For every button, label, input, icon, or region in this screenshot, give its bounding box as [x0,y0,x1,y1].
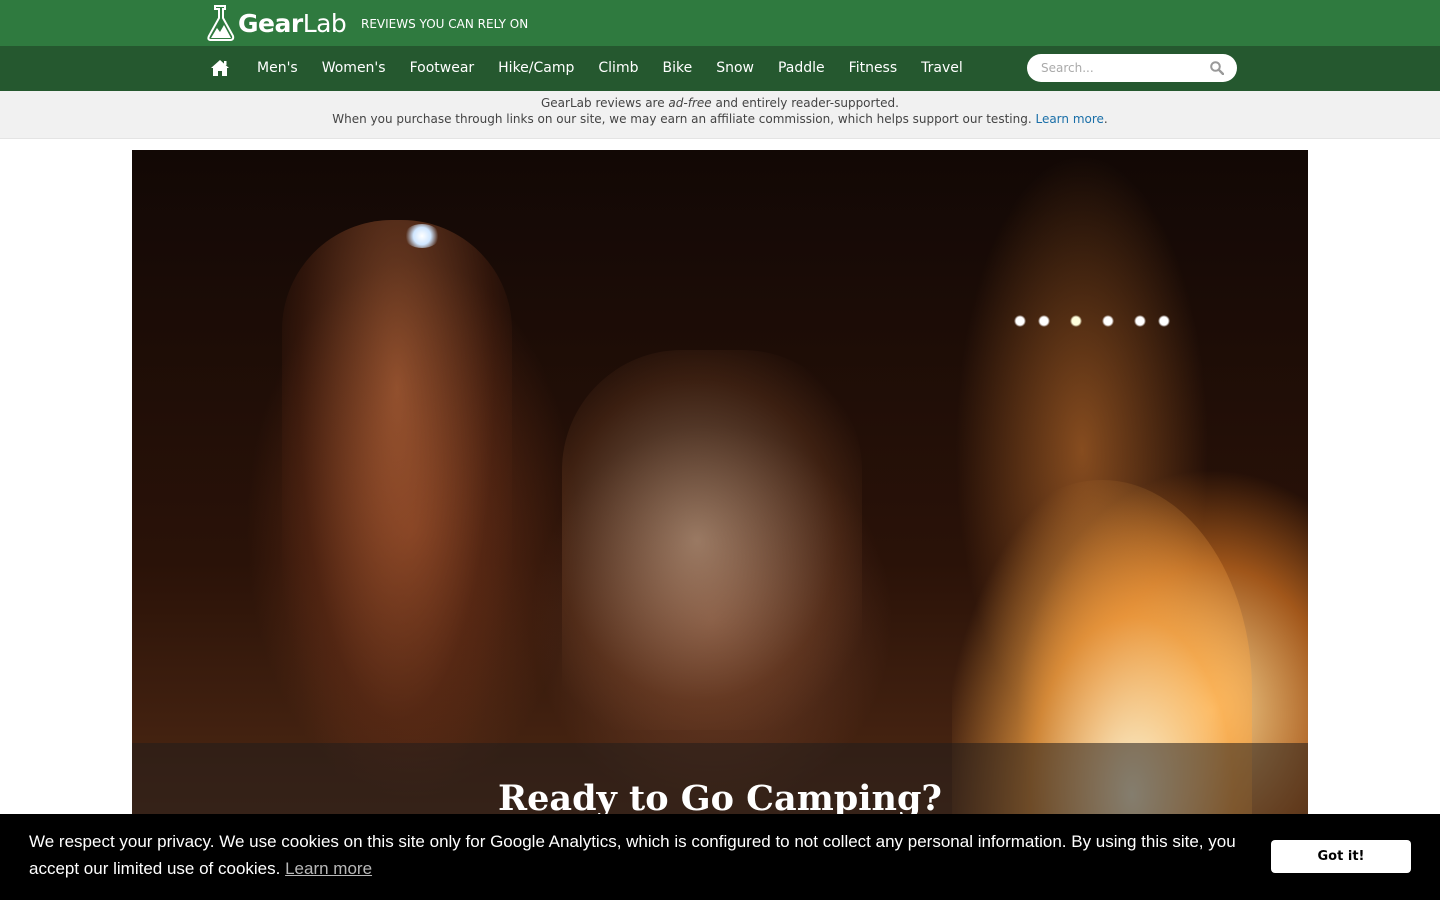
nav-item-climb[interactable]: Climb [586,46,650,91]
nav-item-hike-camp[interactable]: Hike/Camp [486,46,586,91]
notice-line-1: GearLab reviews are ad-free and entirely… [541,96,899,110]
nav-item-bike[interactable]: Bike [650,46,704,91]
cookie-accept-button[interactable]: Got it! [1271,840,1411,873]
cookie-consent-bar: We respect your privacy. We use cookies … [0,814,1440,900]
home-icon[interactable] [210,59,230,77]
notice-learn-more-link[interactable]: Learn more [1035,112,1103,126]
search-input[interactable] [1041,58,1201,78]
nav-item-travel[interactable]: Travel [909,46,975,91]
nav-menu: Men's Women's Footwear Hike/Camp Climb B… [245,46,975,91]
nav-item-footwear[interactable]: Footwear [398,46,487,91]
search-icon[interactable] [1210,61,1224,75]
tagline: REVIEWS YOU CAN RELY ON [361,17,529,31]
hero-photo-headlamp [404,224,440,248]
affiliate-notice: GearLab reviews are ad-free and entirely… [0,91,1440,139]
nav-item-snow[interactable]: Snow [704,46,766,91]
search-box [1027,54,1237,82]
hero-photo-figure-left [282,220,512,780]
nav-item-womens[interactable]: Women's [310,46,398,91]
cookie-learn-more-link[interactable]: Learn more [285,859,372,878]
notice-line-2: When you purchase through links on our s… [332,112,1108,126]
nav-item-paddle[interactable]: Paddle [766,46,837,91]
nav-item-fitness[interactable]: Fitness [837,46,910,91]
logo-wordmark: GearLab [238,8,347,38]
main-nav: Men's Women's Footwear Hike/Camp Climb B… [0,46,1440,91]
gearlab-logo[interactable]: GearLab [206,5,347,41]
hero-title: Ready to Go Camping? [498,778,942,819]
nav-item-mens[interactable]: Men's [245,46,310,91]
cookie-message: We respect your privacy. We use cookies … [29,832,1236,878]
hero-photo-lights [1012,315,1172,327]
hero-banner[interactable]: Ready to Go Camping? [132,150,1308,900]
top-header-bar: GearLab REVIEWS YOU CAN RELY ON [0,0,1440,46]
hero-photo-figure-right [562,350,862,730]
flask-mountain-icon [207,5,235,41]
